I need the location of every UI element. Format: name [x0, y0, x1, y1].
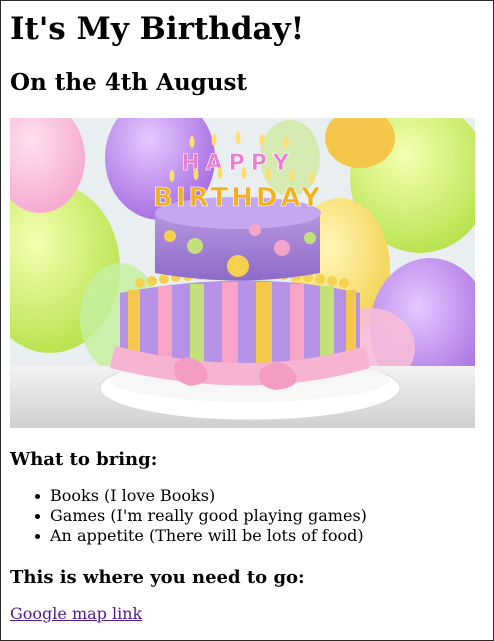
page-subtitle: On the 4th August — [10, 69, 248, 96]
cake-topper-birthday: BIRTHDAY — [153, 183, 323, 213]
list-item-text: Games (I'm really good playing games) — [50, 506, 367, 525]
page-title: It's My Birthday! — [10, 11, 305, 47]
list-item-text: Books (I love Books) — [50, 486, 216, 505]
bring-list: Books (I love Books) Games (I'm really g… — [10, 486, 367, 546]
list-item-text: An appetite (There will be lots of food) — [50, 526, 364, 545]
list-item: Books (I love Books) — [35, 486, 367, 506]
list-item: Games (I'm really good playing games) — [35, 506, 367, 526]
list-item: An appetite (There will be lots of food) — [35, 526, 367, 546]
bullet-icon — [35, 514, 40, 519]
google-map-link[interactable]: Google map link — [10, 603, 142, 625]
birthday-cake-image: HAPPY BIRTHDAY — [10, 118, 475, 428]
bullet-icon — [35, 494, 40, 499]
location-heading: This is where you need to go: — [10, 567, 305, 588]
bring-heading: What to bring: — [10, 449, 158, 470]
bullet-icon — [35, 534, 40, 539]
